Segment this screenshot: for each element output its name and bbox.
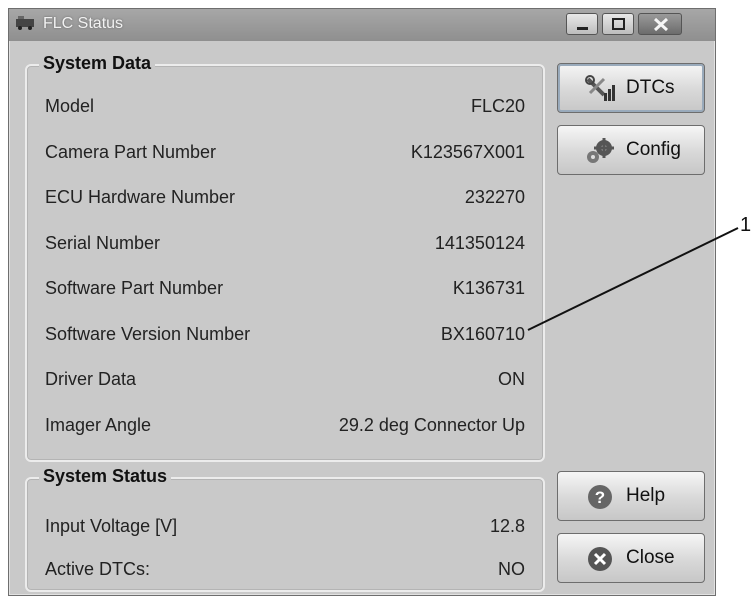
callout-number: 1 [740, 214, 752, 236]
callout-leader-line [527, 227, 739, 331]
